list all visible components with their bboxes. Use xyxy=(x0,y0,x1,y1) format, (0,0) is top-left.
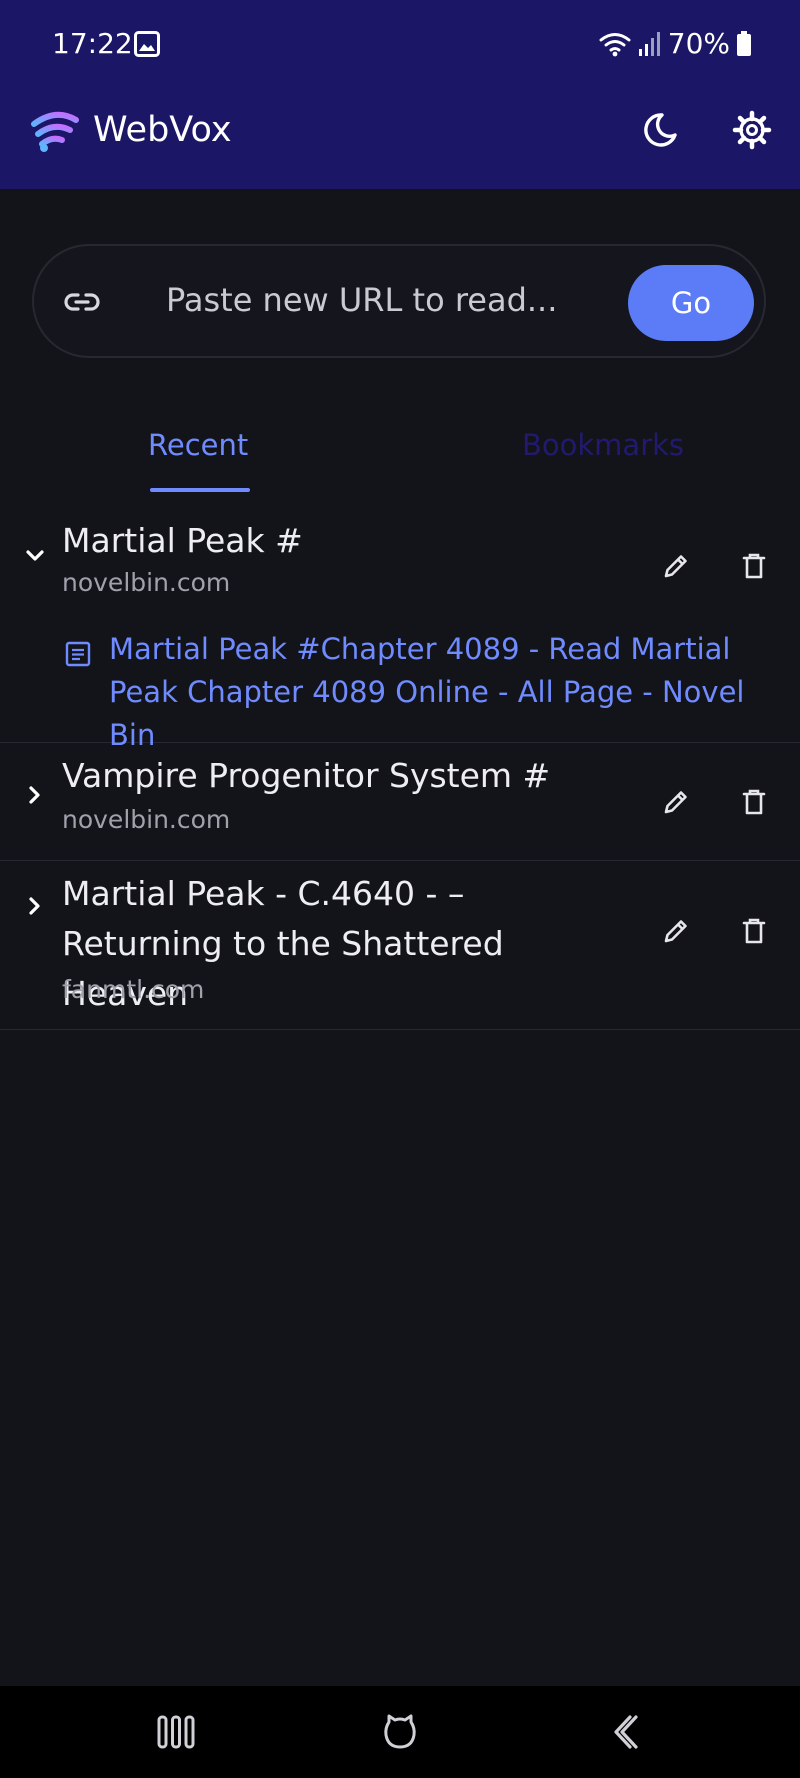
trash-icon xyxy=(742,789,766,815)
header: 17:22 70% WebVox xyxy=(0,0,800,189)
delete-button[interactable] xyxy=(730,907,778,955)
item-domain: novelbin.com xyxy=(62,805,231,834)
status-time: 17:22 xyxy=(52,27,133,60)
home-button[interactable] xyxy=(370,1702,430,1762)
chevron-down-icon[interactable] xyxy=(20,541,50,571)
pencil-icon xyxy=(664,920,687,943)
tab-indicator xyxy=(150,488,250,492)
edit-button[interactable] xyxy=(652,778,700,826)
delete-button[interactable] xyxy=(730,542,778,590)
app-title: WebVox xyxy=(93,110,232,150)
chevron-right-icon[interactable] xyxy=(20,891,50,921)
pencil-icon xyxy=(664,791,687,814)
signal-icon xyxy=(638,32,660,56)
document-icon xyxy=(65,641,91,667)
list-item[interactable]: Vampire Progenitor System # novelbin.com xyxy=(0,743,800,861)
system-nav-bar xyxy=(0,1686,800,1778)
back-button[interactable] xyxy=(594,1702,654,1762)
trash-icon xyxy=(742,918,766,944)
home-icon xyxy=(384,1714,416,1749)
battery-percent: 70% xyxy=(667,27,730,60)
tab-bookmarks[interactable]: Bookmarks xyxy=(522,424,684,494)
delete-button[interactable] xyxy=(730,778,778,826)
theme-toggle-button[interactable] xyxy=(632,102,688,158)
url-input[interactable] xyxy=(134,270,554,330)
back-icon xyxy=(614,1715,638,1749)
gear-icon xyxy=(732,110,772,150)
wifi-icon xyxy=(599,33,631,57)
chapter-link[interactable]: Martial Peak #Chapter 4089 - Read Martia… xyxy=(109,628,799,757)
chevron-right-icon[interactable] xyxy=(20,780,50,810)
item-title: Martial Peak # xyxy=(62,521,303,560)
list-item[interactable]: Martial Peak - C.4640 - – Returning to t… xyxy=(0,861,800,1030)
app-bar: WebVox xyxy=(0,90,800,189)
list-item[interactable]: Martial Peak # novelbin.com Martial Peak… xyxy=(0,512,800,752)
item-domain: fanmtl.com xyxy=(62,975,205,1004)
edit-button[interactable] xyxy=(652,542,700,590)
moon-icon xyxy=(644,113,677,147)
webvox-logo-icon xyxy=(31,111,79,152)
tab-recent[interactable]: Recent xyxy=(148,424,248,494)
url-bar: Go xyxy=(32,244,766,358)
pencil-icon xyxy=(664,555,687,578)
item-domain: novelbin.com xyxy=(62,568,231,597)
item-title: Vampire Progenitor System # xyxy=(62,756,551,795)
edit-button[interactable] xyxy=(652,907,700,955)
trash-icon xyxy=(742,553,766,579)
recents-icon xyxy=(157,1715,195,1749)
settings-button[interactable] xyxy=(724,102,780,158)
battery-icon xyxy=(737,31,751,56)
status-bar: 17:22 70% xyxy=(0,0,800,90)
link-icon xyxy=(64,293,100,311)
gallery-icon xyxy=(134,31,160,57)
recents-button[interactable] xyxy=(146,1702,206,1762)
status-icons: 70% xyxy=(598,26,752,62)
go-button[interactable]: Go xyxy=(628,265,754,341)
